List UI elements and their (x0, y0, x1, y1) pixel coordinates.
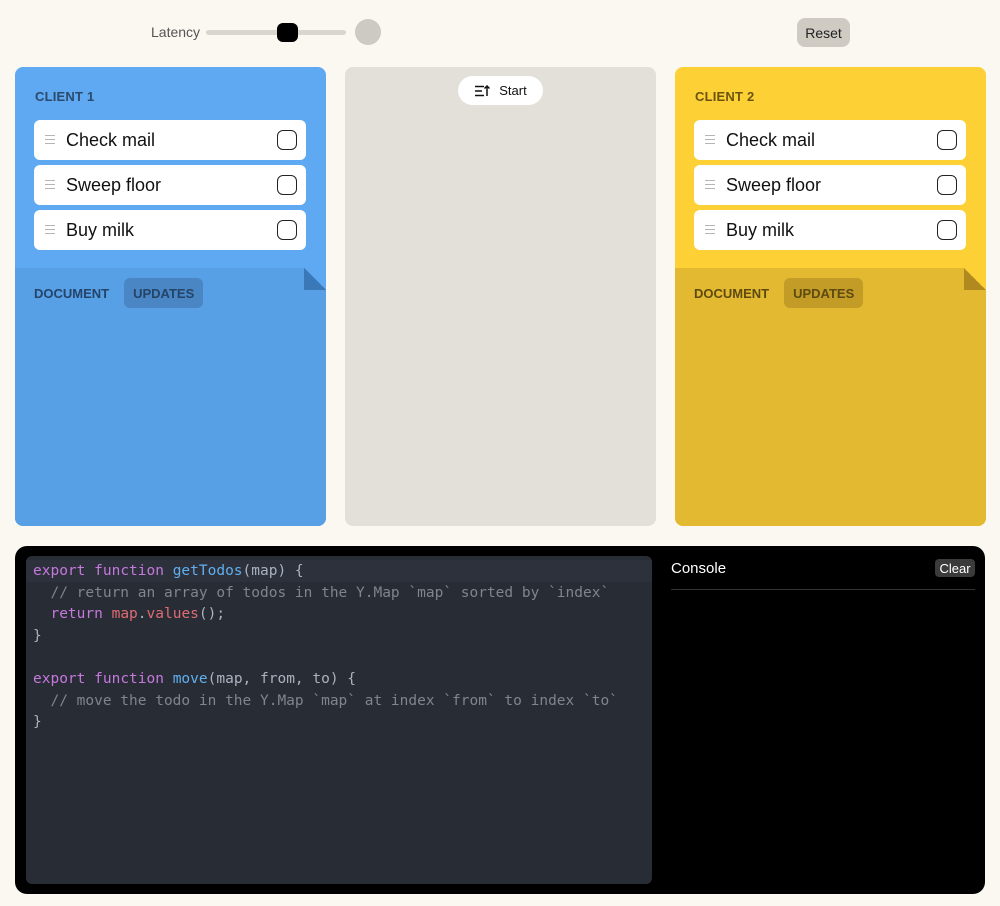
todo-checkbox[interactable] (277, 220, 297, 240)
todo-item[interactable]: Check mail (694, 120, 966, 160)
code-line[interactable]: export function move(map, from, to) { (33, 669, 618, 691)
drag-handle-icon[interactable] (45, 180, 55, 189)
tab-document[interactable]: DOCUMENT (694, 278, 778, 308)
todo-checkbox[interactable] (937, 175, 957, 195)
todo-checkbox[interactable] (277, 130, 297, 150)
code-line[interactable] (33, 647, 618, 669)
todo-text[interactable]: Buy milk (66, 220, 134, 241)
client-2-tabs: DOCUMENT UPDATES (694, 278, 869, 308)
start-label: Start (499, 83, 527, 98)
clear-console-button[interactable]: Clear (935, 559, 975, 577)
todo-item[interactable]: Check mail (34, 120, 306, 160)
drag-handle-icon[interactable] (705, 180, 715, 189)
code-editor[interactable]: export function getTodos(map) { // retur… (26, 556, 652, 884)
drag-handle-icon[interactable] (705, 225, 715, 234)
todo-text[interactable]: Check mail (726, 130, 815, 151)
workspace-panel: export function getTodos(map) { // retur… (15, 546, 985, 894)
latency-slider-thumb[interactable] (277, 23, 298, 42)
todo-item[interactable]: Sweep floor (694, 165, 966, 205)
drag-handle-icon[interactable] (45, 225, 55, 234)
todo-checkbox[interactable] (937, 220, 957, 240)
todo-text[interactable]: Sweep floor (66, 175, 161, 196)
code-line[interactable]: } (33, 626, 618, 648)
tab-updates[interactable]: UPDATES (124, 278, 204, 308)
todo-text[interactable]: Sweep floor (726, 175, 821, 196)
todo-item[interactable]: Buy milk (34, 210, 306, 250)
client-title: CLIENT 1 (35, 89, 95, 104)
sort-arrow-icon (475, 84, 491, 96)
console-title: Console (671, 560, 727, 577)
code-line[interactable]: export function getTodos(map) { (33, 561, 618, 583)
code-line[interactable]: // return an array of todos in the Y.Map… (33, 583, 618, 605)
client-2-panel: CLIENT 2 Check mail Sweep floor Buy milk… (675, 67, 986, 526)
latency-slider-track[interactable] (206, 30, 346, 35)
todo-text[interactable]: Buy milk (726, 220, 794, 241)
client-1-panel: CLIENT 1 Check mail Sweep floor Buy milk… (15, 67, 326, 526)
client-1-tabs: DOCUMENT UPDATES (34, 278, 209, 308)
todo-item[interactable]: Buy milk (694, 210, 966, 250)
drag-handle-icon[interactable] (705, 135, 715, 144)
todo-checkbox[interactable] (937, 130, 957, 150)
tab-document[interactable]: DOCUMENT (34, 278, 118, 308)
page-fold-corner (964, 268, 986, 290)
todo-item[interactable]: Sweep floor (34, 165, 306, 205)
latency-label: Latency (151, 24, 201, 40)
code-line[interactable]: return map.values(); (33, 604, 618, 626)
page-fold-corner (304, 268, 326, 290)
start-button[interactable]: Start (458, 76, 543, 105)
code-line[interactable]: // move the todo in the Y.Map `map` at i… (33, 691, 617, 713)
todo-text[interactable]: Check mail (66, 130, 155, 151)
network-panel: Start (345, 67, 656, 526)
todo-checkbox[interactable] (277, 175, 297, 195)
code-content[interactable]: export function getTodos(map) { // retur… (33, 561, 618, 734)
reset-button[interactable]: Reset (797, 18, 850, 47)
tab-updates[interactable]: UPDATES (784, 278, 864, 308)
latency-indicator (355, 19, 381, 45)
console-divider (671, 589, 975, 590)
drag-handle-icon[interactable] (45, 135, 55, 144)
code-line[interactable]: } (33, 712, 618, 734)
client-title: CLIENT 2 (695, 89, 755, 104)
